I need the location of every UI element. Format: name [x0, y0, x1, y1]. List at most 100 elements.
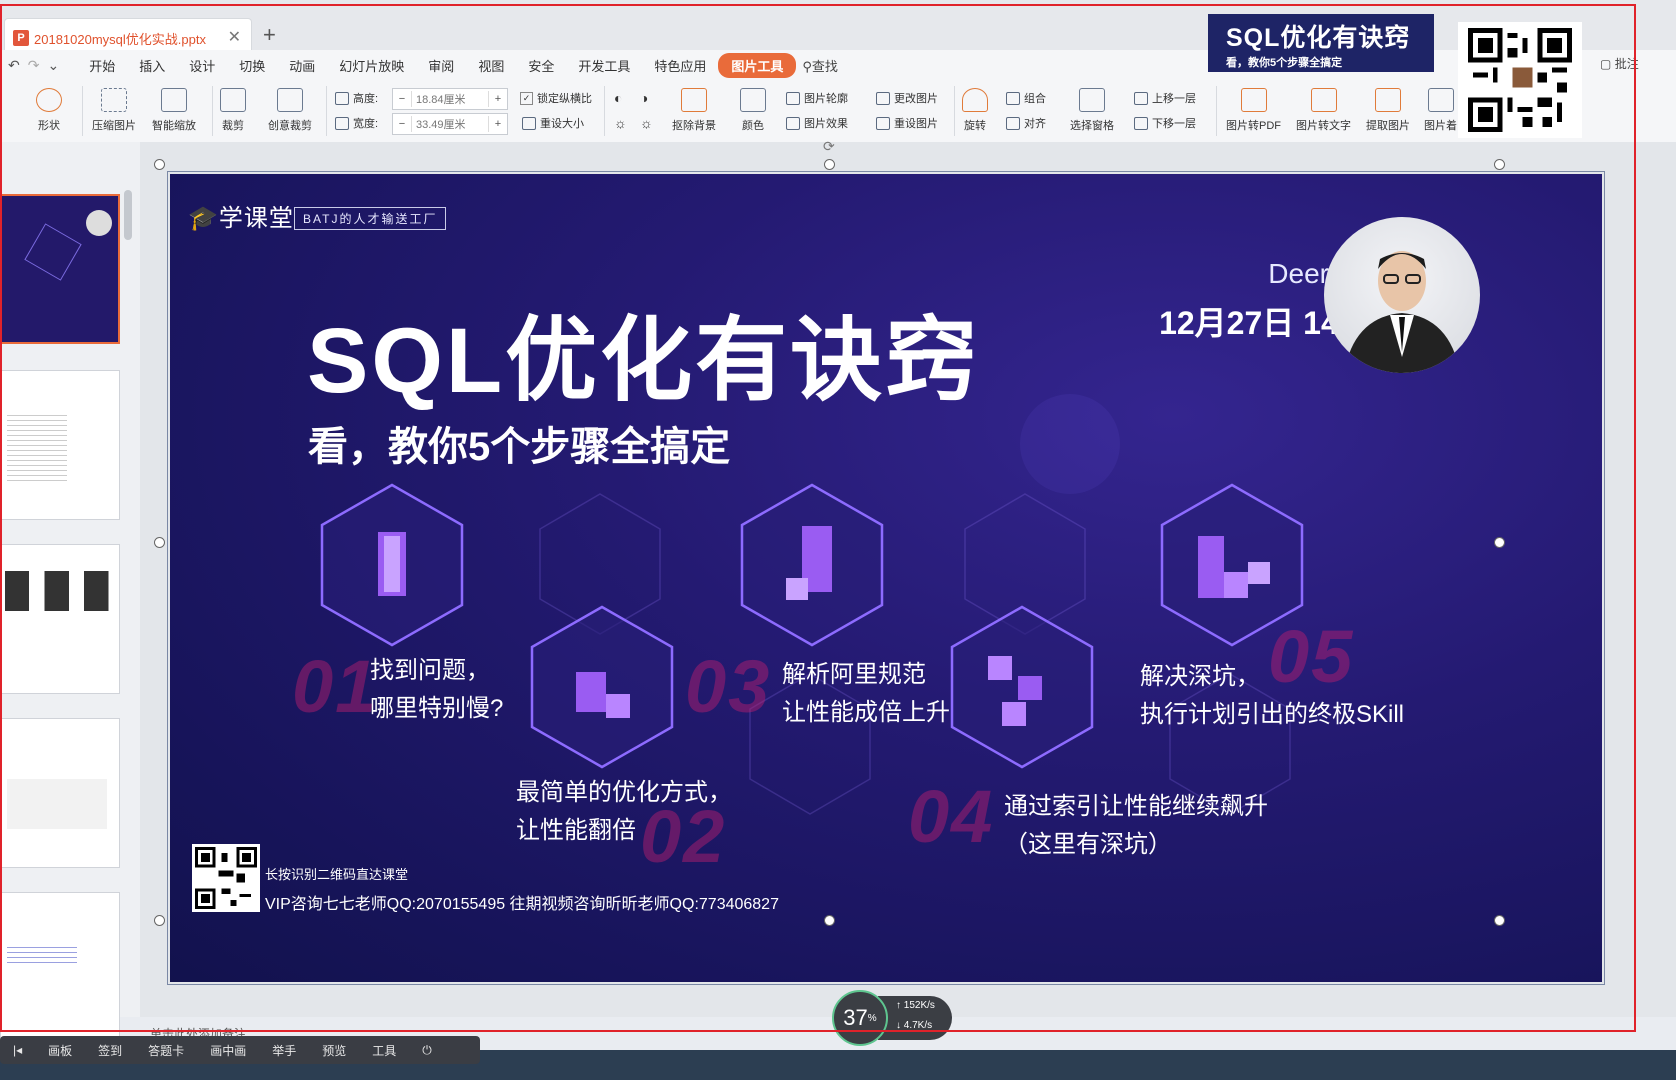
slide-thumbnail-2[interactable]: [0, 370, 120, 520]
picture-tools-ribbon: 形状 压缩图片 智能缩放 裁剪 创意裁剪 高度: − 18.84厘米 + 宽度:…: [0, 80, 1676, 143]
resize-handle-bottom-left[interactable]: [154, 915, 165, 926]
picture-to-pdf-button[interactable]: 图片转PDF: [1226, 88, 1281, 133]
menu-home[interactable]: 开始: [77, 56, 127, 75]
new-tab-button[interactable]: +: [263, 22, 276, 48]
menu-developer[interactable]: 开发工具: [566, 56, 642, 75]
menu-picture-tools[interactable]: 图片工具: [718, 52, 797, 78]
shape-label: 形状: [38, 120, 60, 132]
picture-to-text-button[interactable]: 图片转文字: [1296, 88, 1351, 133]
redo-icon[interactable]: ↷: [28, 57, 40, 74]
step-5-line-1: 解决深坑，: [1140, 663, 1260, 690]
height-value[interactable]: 18.84厘米: [411, 91, 489, 107]
network-speed-widget: ↑ 152K/s ↓ 4.7K/s 37%: [832, 990, 952, 1046]
height-increase-button[interactable]: +: [489, 93, 507, 105]
width-value[interactable]: 33.49厘米: [411, 116, 489, 132]
comment-icon: ▢: [1600, 57, 1612, 71]
height-stepper[interactable]: − 18.84厘米 +: [392, 88, 508, 110]
toolbar-signin[interactable]: 签到: [85, 1042, 135, 1059]
menu-design[interactable]: 设计: [177, 56, 227, 75]
memory-usage-gauge[interactable]: 37%: [832, 990, 888, 1046]
width-decrease-button[interactable]: −: [393, 118, 411, 130]
more-picture-button[interactable]: 图片着: [1424, 88, 1457, 133]
picture-effect-button[interactable]: 图片效果: [786, 115, 848, 131]
flip-vertical-icon[interactable]: ☼: [640, 115, 653, 131]
remove-background-icon: [681, 88, 707, 112]
menu-view[interactable]: 视图: [466, 56, 516, 75]
picture-outline-button[interactable]: 图片轮廓: [786, 90, 848, 106]
flip-horizontal-icon[interactable]: ☼: [614, 115, 627, 131]
slide-thumbnail-4[interactable]: [0, 718, 120, 868]
rotate-right-icon[interactable]: ◑: [640, 90, 648, 106]
height-decrease-button[interactable]: −: [393, 93, 411, 105]
width-stepper[interactable]: − 33.49厘米 +: [392, 113, 508, 135]
creative-crop-label: 创意裁剪: [268, 120, 312, 132]
customize-quick-access-icon[interactable]: ⌄: [47, 57, 59, 74]
compress-picture-button[interactable]: 压缩图片: [92, 88, 136, 133]
comment-button[interactable]: ▢ 批注: [1600, 55, 1639, 72]
step-2-text: 最简单的优化方式， 让性能翻倍: [516, 774, 732, 850]
selection-pane-button[interactable]: 选择窗格: [1070, 88, 1114, 133]
search-icon: ⚲: [802, 58, 812, 74]
resize-handle-top-left[interactable]: [154, 159, 165, 170]
align-button[interactable]: 对齐: [1006, 115, 1046, 131]
toolbar-picture-in-picture[interactable]: 画中画: [197, 1042, 259, 1059]
toolbar-whiteboard[interactable]: 画板: [35, 1042, 85, 1059]
change-picture-button[interactable]: 更改图片: [876, 90, 938, 106]
color-button[interactable]: 颜色: [740, 88, 766, 133]
selection-pane-label: 选择窗格: [1070, 120, 1114, 132]
shape-button[interactable]: 形状: [36, 88, 62, 133]
slide-thumbnail-1[interactable]: [0, 194, 120, 344]
step-3-line-2: 让性能成倍上升: [782, 699, 950, 726]
resize-handle-top[interactable]: [824, 159, 835, 170]
contact-info: VIP咨询七七老师QQ:2070155495 往期视频咨询昕昕老师QQ:7734…: [265, 896, 779, 913]
width-increase-button[interactable]: +: [489, 118, 507, 130]
resize-handle-bottom[interactable]: [824, 915, 835, 926]
slide[interactable]: 🎓学课堂 BATJ的人才输送工厂 Deer老师 12月27日 14:30 SQL…: [170, 174, 1602, 982]
bring-forward-button[interactable]: 上移一层: [1134, 90, 1196, 106]
menu-review[interactable]: 审阅: [416, 56, 466, 75]
rotate-left-icon[interactable]: ◐: [614, 90, 622, 106]
creative-crop-button[interactable]: 创意裁剪: [268, 88, 312, 133]
menu-features[interactable]: 特色应用: [642, 56, 718, 75]
resize-handle-bottom-right[interactable]: [1494, 915, 1505, 926]
menu-animation[interactable]: 动画: [277, 56, 327, 75]
toolbar-answer-card[interactable]: 答题卡: [135, 1042, 197, 1059]
remove-background-button[interactable]: 抠除背景: [672, 88, 716, 133]
lock-ratio-checkbox[interactable]: ✓ 锁定纵横比: [520, 90, 592, 106]
menu-slideshow[interactable]: 幻灯片放映: [327, 56, 416, 75]
banner-title: SQL优化有诀窍: [1226, 24, 1411, 52]
send-backward-button[interactable]: 下移一层: [1134, 115, 1196, 131]
resize-handle-right[interactable]: [1494, 537, 1505, 548]
slide-thumbnail-5[interactable]: [0, 892, 120, 1042]
document-tab-title: 20181020mysql优化实战.pptx: [34, 31, 206, 47]
step-2-line-1: 最简单的优化方式，: [516, 779, 732, 806]
toolbar-preview[interactable]: 预览: [309, 1042, 359, 1059]
reset-picture-button[interactable]: 重设图片: [876, 115, 938, 131]
step-5-text: 解决深坑， 执行计划引出的终极SKill: [1140, 658, 1404, 734]
menu-insert[interactable]: 插入: [127, 56, 177, 75]
resize-handle-left[interactable]: [154, 537, 165, 548]
group-button[interactable]: 组合: [1006, 90, 1046, 106]
step-3-hexagon-icon: [740, 483, 884, 647]
smart-zoom-label: 智能缩放: [152, 120, 196, 132]
slide-thumbnail-3[interactable]: [0, 544, 120, 694]
close-tab-icon[interactable]: ✕: [228, 27, 241, 47]
toolbar-tools[interactable]: 工具: [359, 1042, 409, 1059]
toolbar-raise-hand[interactable]: 举手: [259, 1042, 309, 1059]
extract-picture-button[interactable]: 提取图片: [1366, 88, 1410, 133]
search-button[interactable]: ⚲查找: [802, 56, 838, 75]
reset-size-button[interactable]: 重设大小: [522, 115, 584, 131]
thumbnail-scrollbar[interactable]: [124, 190, 132, 240]
resize-handle-top-right[interactable]: [1494, 159, 1505, 170]
power-icon[interactable]: ⏻: [409, 1043, 445, 1058]
menu-transition[interactable]: 切换: [227, 56, 277, 75]
crop-button[interactable]: 裁剪: [220, 88, 246, 133]
thumbnail-table: [7, 779, 107, 829]
menu-security[interactable]: 安全: [516, 56, 566, 75]
undo-icon[interactable]: ↶: [8, 57, 20, 74]
rotate-button[interactable]: 旋转: [962, 88, 988, 133]
rotate-handle-icon[interactable]: ⟳: [823, 138, 835, 155]
toolbar-collapse-icon[interactable]: |◂: [0, 1043, 35, 1057]
rotate-icon: [962, 88, 988, 112]
smart-zoom-button[interactable]: 智能缩放: [152, 88, 196, 133]
